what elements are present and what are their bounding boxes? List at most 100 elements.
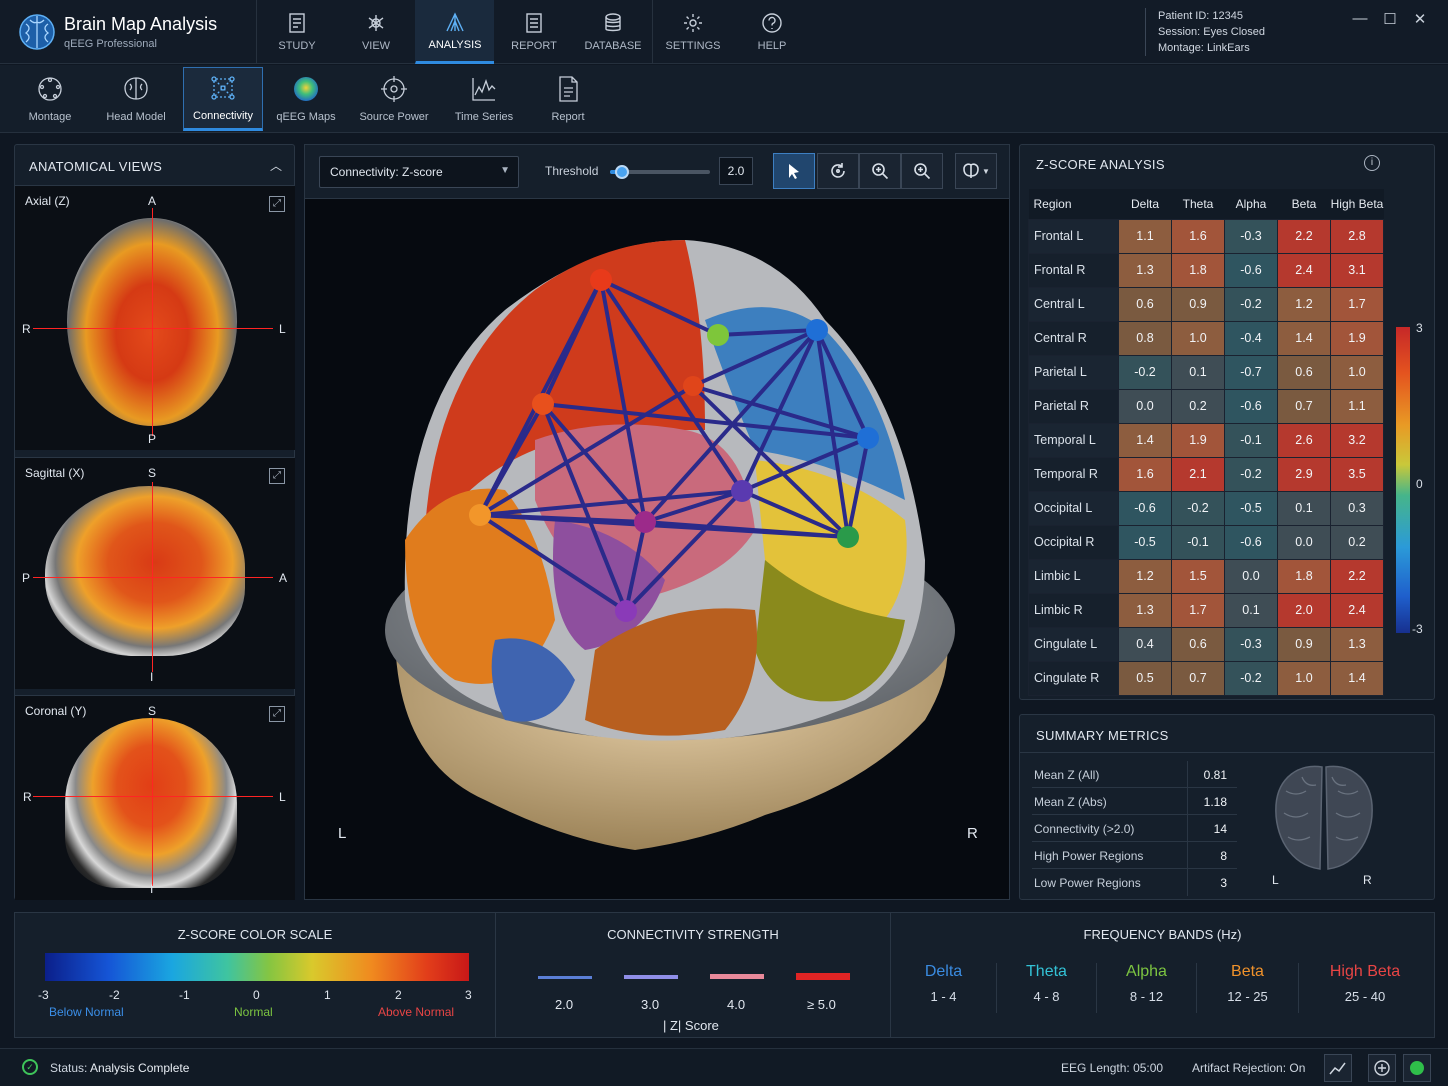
threshold-slider-handle[interactable]: [615, 165, 629, 179]
column-header[interactable]: Theta: [1171, 189, 1225, 219]
zscore-cell: -0.3: [1224, 626, 1278, 662]
table-row[interactable]: Temporal L 1.4 1.9 -0.1 2.6 3.2: [1028, 422, 1384, 458]
target-button[interactable]: [1368, 1054, 1396, 1082]
nav-database[interactable]: DATABASE: [573, 0, 652, 64]
status-value: Analysis Complete: [90, 1061, 190, 1075]
node-parietal-r[interactable]: [806, 319, 828, 341]
select-tool-button[interactable]: [773, 153, 815, 189]
node-frontal-r[interactable]: [590, 269, 612, 291]
metric-label: Low Power Regions: [1034, 876, 1141, 890]
zscore-cell: 2.8: [1330, 218, 1384, 254]
table-row[interactable]: Parietal L -0.2 0.1 -0.7 0.6 1.0: [1028, 354, 1384, 390]
tool-time-series-label: Time Series: [454, 111, 514, 123]
tool-head-model[interactable]: Head Model: [98, 67, 174, 131]
table-row[interactable]: Frontal R 1.3 1.8 -0.6 2.4 3.1: [1028, 252, 1384, 288]
coronal-view[interactable]: Coronal (Y) ⤢ S I R L: [15, 695, 295, 900]
nav-help[interactable]: HELP: [732, 0, 811, 64]
nav-study[interactable]: STUDY: [257, 0, 336, 64]
band-range: 25 - 40: [1344, 989, 1386, 1004]
orientation-left: R: [22, 322, 31, 336]
nav-settings[interactable]: SETTINGS: [653, 0, 732, 64]
zscore-cell: 2.6: [1277, 422, 1331, 458]
band-name: Beta: [1231, 963, 1264, 980]
below-normal-label: Below Normal: [49, 1005, 124, 1019]
chart-button[interactable]: [1324, 1054, 1352, 1082]
zscore-cell: -0.6: [1224, 388, 1278, 424]
table-row[interactable]: Limbic L 1.2 1.5 0.0 1.8 2.2: [1028, 558, 1384, 594]
tool-connectivity[interactable]: Connectivity: [183, 67, 263, 131]
table-row[interactable]: Cingulate R 0.5 0.7 -0.2 1.0 1.4: [1028, 660, 1384, 696]
coronal-scan-image: [65, 718, 237, 888]
zscore-cell: -0.5: [1224, 490, 1278, 526]
tool-connectivity-label: Connectivity: [193, 110, 253, 122]
column-header[interactable]: Beta: [1277, 189, 1331, 219]
table-row[interactable]: Central R 0.8 1.0 -0.4 1.4 1.9: [1028, 320, 1384, 356]
zoom-in-button[interactable]: [859, 153, 901, 189]
expand-icon[interactable]: ⤢: [269, 468, 285, 484]
region-cell: Limbic R: [1028, 592, 1119, 628]
collapse-chevron-icon[interactable]: ︿: [270, 157, 282, 174]
zoom-button[interactable]: [901, 153, 943, 189]
node-central-r[interactable]: [707, 324, 729, 346]
threshold-value[interactable]: 2.0: [719, 157, 753, 185]
info-icon[interactable]: i: [1364, 155, 1380, 171]
zscore-cell: 1.0: [1330, 354, 1384, 390]
node-cingulate[interactable]: [731, 480, 753, 502]
expand-icon[interactable]: ⤢: [269, 196, 285, 212]
node-central-l[interactable]: [683, 376, 703, 396]
summary-title: SUMMARY METRICS: [1036, 728, 1169, 743]
zscore-cell: 3.2: [1330, 422, 1384, 458]
node-limbic[interactable]: [634, 511, 656, 533]
node-parietal-l[interactable]: [857, 427, 879, 449]
rotate-button[interactable]: [817, 153, 859, 189]
tool-source-power[interactable]: Source Power: [352, 67, 436, 131]
column-header[interactable]: Delta: [1118, 189, 1172, 219]
tool-qeeg-maps-label: qEEG Maps: [276, 111, 336, 123]
node-temporal-l[interactable]: [469, 504, 491, 526]
brain-outline-icon: [1275, 765, 1373, 870]
expand-icon[interactable]: ⤢: [269, 706, 285, 722]
minimize-button[interactable]: —: [1350, 10, 1370, 27]
tool-montage[interactable]: Montage: [14, 67, 86, 131]
maximize-button[interactable]: ☐: [1380, 10, 1400, 28]
zscore-cell: 1.2: [1118, 558, 1172, 594]
tool-source-power-label: Source Power: [359, 111, 429, 123]
band-range: 8 - 12: [1129, 989, 1164, 1004]
table-row[interactable]: Limbic R 1.3 1.7 0.1 2.0 2.4: [1028, 592, 1384, 628]
threshold-slider[interactable]: [610, 165, 710, 179]
brain-view-menu-button[interactable]: ▼: [955, 153, 997, 189]
connectivity-select[interactable]: Connectivity: Z-score ▼: [319, 156, 519, 188]
column-header[interactable]: Alpha: [1224, 189, 1278, 219]
nav-view[interactable]: VIEW: [336, 0, 415, 64]
nav-help-label: HELP: [757, 40, 787, 52]
table-row[interactable]: Parietal R 0.0 0.2 -0.6 0.7 1.1: [1028, 388, 1384, 424]
nav-report[interactable]: REPORT: [494, 0, 573, 64]
status-indicator-button[interactable]: [1403, 1054, 1431, 1082]
help-icon: [762, 13, 782, 33]
viewer-controls: Connectivity: Z-score ▼ Threshold 2.0 ▼: [305, 145, 1009, 199]
table-row[interactable]: Frontal L 1.1 1.6 -0.3 2.2 2.8: [1028, 218, 1384, 254]
connectivity-3d-viewer[interactable]: Connectivity: Z-score ▼ Threshold 2.0 ▼ …: [304, 144, 1010, 900]
node-frontal-l[interactable]: [532, 393, 554, 415]
tool-time-series[interactable]: Time Series: [448, 67, 520, 131]
node-occipital[interactable]: [837, 526, 859, 548]
tool-report[interactable]: Report: [536, 67, 600, 131]
table-row[interactable]: Occipital R -0.5 -0.1 -0.6 0.0 0.2: [1028, 524, 1384, 560]
zscore-cell: 0.4: [1118, 626, 1172, 662]
axial-view[interactable]: Axial (Z) ⤢ A P R L: [15, 185, 295, 450]
nav-analysis[interactable]: ANALYSIS: [415, 0, 494, 64]
table-row[interactable]: Occipital L -0.6 -0.2 -0.5 0.1 0.3: [1028, 490, 1384, 526]
tool-qeeg-maps[interactable]: qEEG Maps: [272, 67, 340, 131]
sagittal-view[interactable]: Sagittal (X) ⤢ S I P A: [15, 457, 295, 689]
column-header[interactable]: High Beta: [1330, 189, 1384, 219]
table-row[interactable]: Cingulate L 0.4 0.6 -0.3 0.9 1.3: [1028, 626, 1384, 662]
column-header[interactable]: Region: [1028, 189, 1119, 219]
table-row[interactable]: Central L 0.6 0.9 -0.2 1.2 1.7: [1028, 286, 1384, 322]
band-name: Theta: [1026, 963, 1067, 980]
zscore-cell: 1.7: [1330, 286, 1384, 322]
node-temporal-r[interactable]: [615, 600, 637, 622]
band-beta: Beta 12 - 25: [1197, 963, 1299, 1013]
close-button[interactable]: ✕: [1410, 10, 1430, 28]
zscore-cell: 0.9: [1171, 286, 1225, 322]
table-row[interactable]: Temporal R 1.6 2.1 -0.2 2.9 3.5: [1028, 456, 1384, 492]
